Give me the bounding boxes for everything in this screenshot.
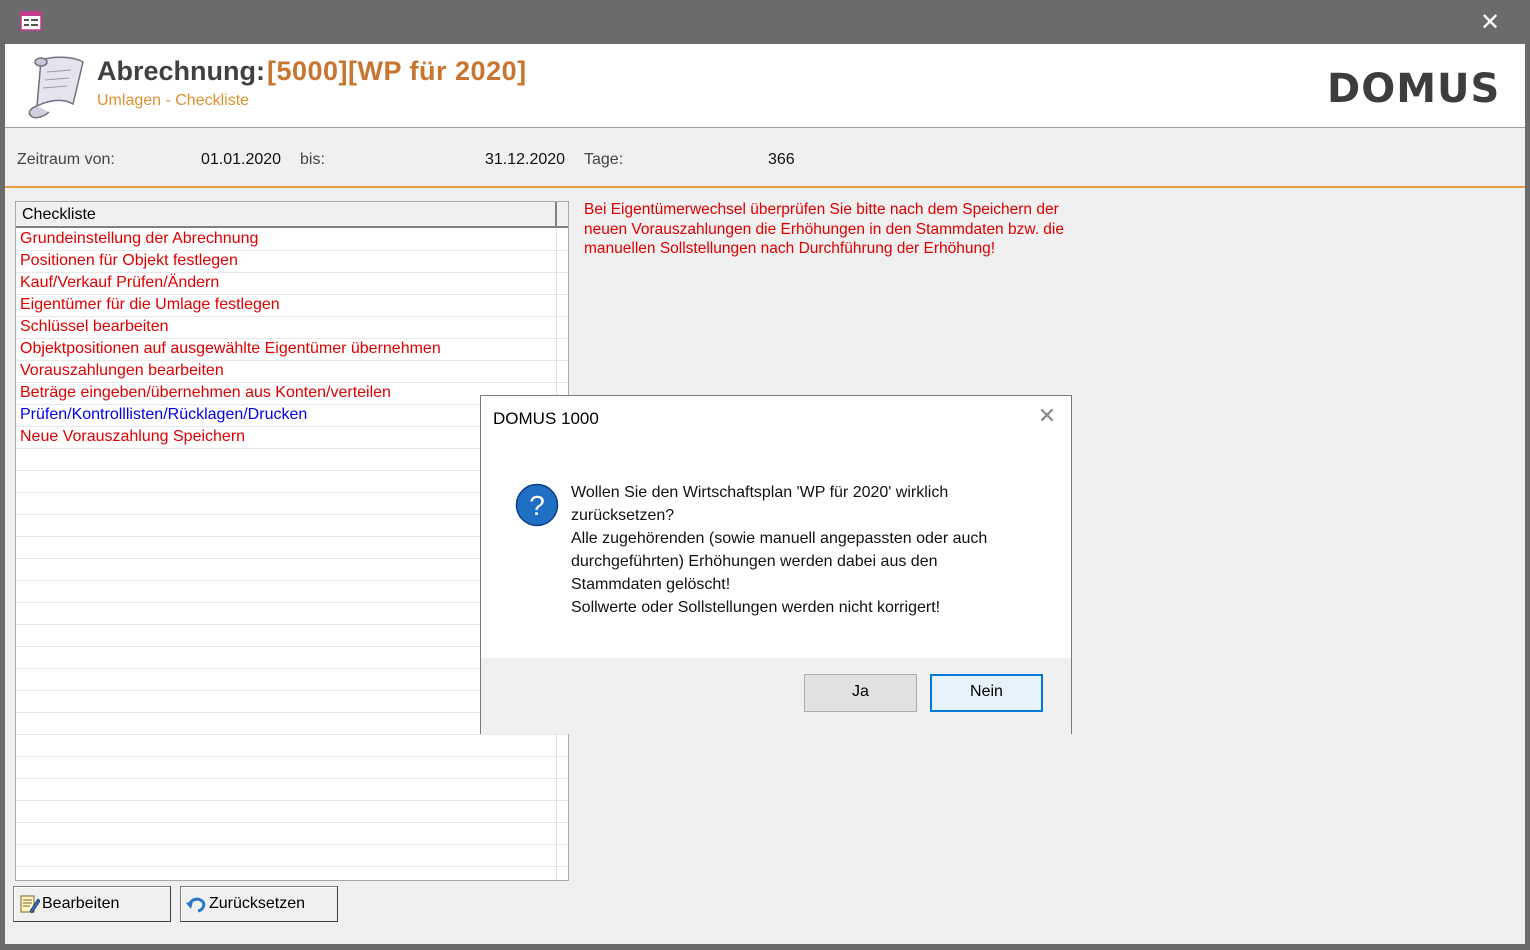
checklist-row[interactable] <box>16 779 568 801</box>
checklist-row[interactable]: Eigentümer für die Umlage festlegen <box>16 295 568 317</box>
checklist-header-label: Checkliste <box>22 206 96 223</box>
checklist-row[interactable] <box>16 845 568 867</box>
checklist-row[interactable]: Objektpositionen auf ausgewählte Eigentü… <box>16 339 568 361</box>
checklist-row[interactable]: Kauf/Verkauf Prüfen/Ändern <box>16 273 568 295</box>
period-bar: Zeitraum von: 01.01.2020 bis: 31.12.2020… <box>5 129 1525 187</box>
checklist-row[interactable]: Grundeinstellung der Abrechnung <box>16 229 568 251</box>
edit-icon <box>20 895 40 914</box>
confirm-dialog[interactable]: DOMUS 1000 ✕ ? Wollen Sie den Wirtschaft… <box>480 395 1072 734</box>
period-to-label: bis: <box>300 151 325 168</box>
checklist-row[interactable]: Schlüssel bearbeiten <box>16 317 568 339</box>
period-from-value: 01.01.2020 <box>201 151 282 168</box>
checklist-row[interactable] <box>16 757 568 779</box>
application-window: ✕ Abrechnung: [5000][WP für 2020] Umlage… <box>0 0 1530 950</box>
reset-button[interactable]: Zurücksetzen <box>180 886 338 922</box>
reset-button-label: Zurücksetzen <box>209 895 306 912</box>
checklist-item-label: Vorauszahlungen bearbeiten <box>20 362 224 379</box>
column-separator[interactable] <box>555 202 557 228</box>
checklist-item-label: Neue Vorauszahlung Speichern <box>20 428 246 445</box>
days-label: Tage: <box>584 151 624 168</box>
dialog-title: DOMUS 1000 <box>493 409 599 428</box>
days-value: 366 <box>768 151 795 168</box>
edit-button[interactable]: Bearbeiten <box>13 886 171 922</box>
dialog-message-line: Wollen Sie den Wirtschaftsplan 'WP für 2… <box>571 484 949 501</box>
dialog-footer: Ja Nein <box>481 658 1071 734</box>
dialog-message-line: Sollwerte oder Sollstellungen werden nic… <box>571 599 941 616</box>
dialog-close-icon[interactable]: ✕ <box>1035 405 1059 429</box>
period-to-value: 31.12.2020 <box>485 151 566 168</box>
checklist-row[interactable] <box>16 735 568 757</box>
checklist-column-header[interactable]: Checkliste <box>16 202 568 228</box>
svg-text:?: ? <box>529 490 545 521</box>
title-bar[interactable]: ✕ <box>0 0 1530 44</box>
dialog-message-line: durchgeführten) Erhöhungen werden dabei … <box>571 553 938 570</box>
checklist-item-label: Grundeinstellung der Abrechnung <box>20 230 259 247</box>
checklist-item-label: Eigentümer für die Umlage festlegen <box>20 296 280 313</box>
scroll-icon <box>28 56 84 119</box>
checklist-item-label: Positionen für Objekt festlegen <box>20 252 238 269</box>
dialog-message-line: Stammdaten gelöscht! <box>571 576 731 593</box>
checklist-row[interactable] <box>16 823 568 845</box>
owner-change-note: Bei Eigentümerwechsel überprüfen Sie bit… <box>584 200 1104 259</box>
note-line: Bei Eigentümerwechsel überprüfen Sie bit… <box>584 201 1059 218</box>
dialog-message-line: zurücksetzen? <box>571 507 675 524</box>
checklist-row[interactable]: Vorauszahlungen bearbeiten <box>16 361 568 383</box>
question-icon: ? <box>515 483 559 527</box>
note-line: neuen Vorauszahlungen die Erhöhungen in … <box>584 220 1064 238</box>
form-header: Abrechnung: [5000][WP für 2020] Umlagen … <box>5 44 1525 128</box>
checklist-item-label: Kauf/Verkauf Prüfen/Ändern <box>20 274 220 291</box>
domus-logo: DOMUS <box>1327 66 1501 112</box>
edit-button-label: Bearbeiten <box>42 895 120 912</box>
no-button[interactable]: Nein <box>930 674 1043 712</box>
checklist-row[interactable] <box>16 867 568 880</box>
form-icon <box>20 11 42 31</box>
dialog-message: Wollen Sie den Wirtschaftsplan 'WP für 2… <box>571 481 1041 619</box>
note-line: manuellen Sollstellungen nach Durchführu… <box>584 240 996 257</box>
checklist-item-label: Beträge eingeben/übernehmen aus Konten/v… <box>20 384 391 401</box>
checklist-item-label: Objektpositionen auf ausgewählte Eigentü… <box>20 340 441 357</box>
dialog-message-line: Alle zugehörenden (sowie manuell angepas… <box>571 530 988 547</box>
checklist-item-label: Schlüssel bearbeiten <box>20 318 169 335</box>
undo-icon <box>186 897 206 913</box>
page-title: Abrechnung: <box>97 56 265 86</box>
checklist-row[interactable] <box>16 801 568 823</box>
yes-button[interactable]: Ja <box>804 674 917 712</box>
header-divider <box>5 186 1525 188</box>
period-from-label: Zeitraum von: <box>17 151 115 168</box>
page-subtitle: Umlagen - Checkliste <box>97 92 250 109</box>
window-close-icon[interactable]: ✕ <box>1476 9 1504 35</box>
checklist-row[interactable]: Positionen für Objekt festlegen <box>16 251 568 273</box>
checklist-item-label: Prüfen/Kontrolllisten/Rücklagen/Drucken <box>20 406 308 423</box>
plan-code: [5000][WP für 2020] <box>267 56 527 86</box>
